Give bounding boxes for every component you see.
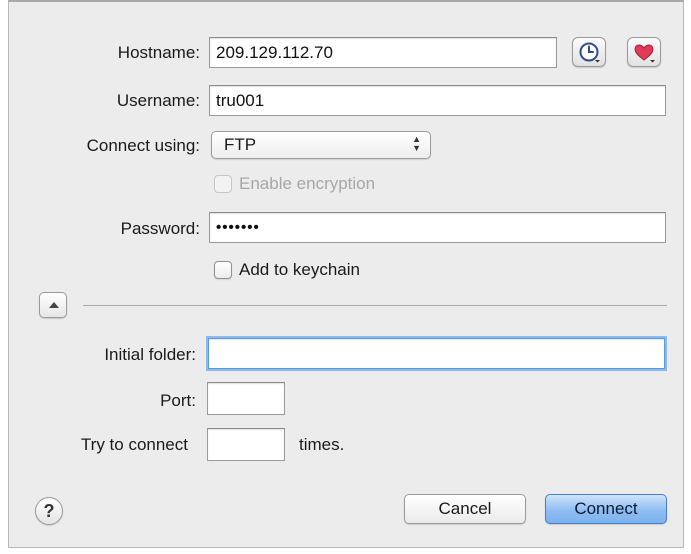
up-down-arrows-icon: ▲ ▼ [412, 134, 421, 153]
heart-icon [634, 44, 655, 63]
username-field[interactable]: tru001 [209, 85, 666, 116]
history-button[interactable] [572, 37, 606, 67]
connect-using-label: Connect using: [86, 136, 200, 155]
port-label: Port: [160, 391, 196, 410]
protocol-popup[interactable]: FTP ▲ ▼ [211, 131, 431, 159]
try-connect-label: Try to connect [80, 435, 188, 454]
initial-folder-label: Initial folder: [104, 345, 196, 364]
username-label: Username: [116, 91, 200, 110]
port-field[interactable] [207, 382, 285, 415]
encryption-checkbox-box [214, 175, 232, 193]
clock-icon [579, 42, 600, 63]
help-button[interactable]: ? [35, 497, 63, 525]
times-label: times. [299, 435, 345, 454]
favorites-button[interactable] [627, 37, 661, 67]
hostname-label: Hostname: [117, 43, 200, 62]
connect-button[interactable]: Connect [545, 494, 667, 524]
options-separator [83, 305, 667, 306]
hostname-field[interactable]: 209.129.112.70 [209, 37, 557, 68]
encryption-label: Enable encryption [239, 174, 376, 193]
retry-count-field[interactable] [207, 428, 285, 461]
initial-folder-field[interactable] [208, 338, 665, 369]
password-field[interactable]: ••••••• [209, 212, 666, 243]
triangle-up-icon [49, 302, 59, 308]
options-disclosure-button[interactable] [39, 292, 67, 318]
password-label: Password: [120, 219, 200, 238]
encryption-checkbox[interactable]: Enable encryption [214, 174, 375, 194]
protocol-value: FTP [224, 135, 257, 154]
keychain-label: Add to keychain [239, 260, 360, 279]
keychain-checkbox-box [214, 261, 232, 279]
cancel-button[interactable]: Cancel [404, 494, 526, 524]
keychain-checkbox[interactable]: Add to keychain [214, 260, 360, 280]
connect-dialog: Hostname: 209.129.112.70 Username: tru00… [8, 0, 684, 548]
